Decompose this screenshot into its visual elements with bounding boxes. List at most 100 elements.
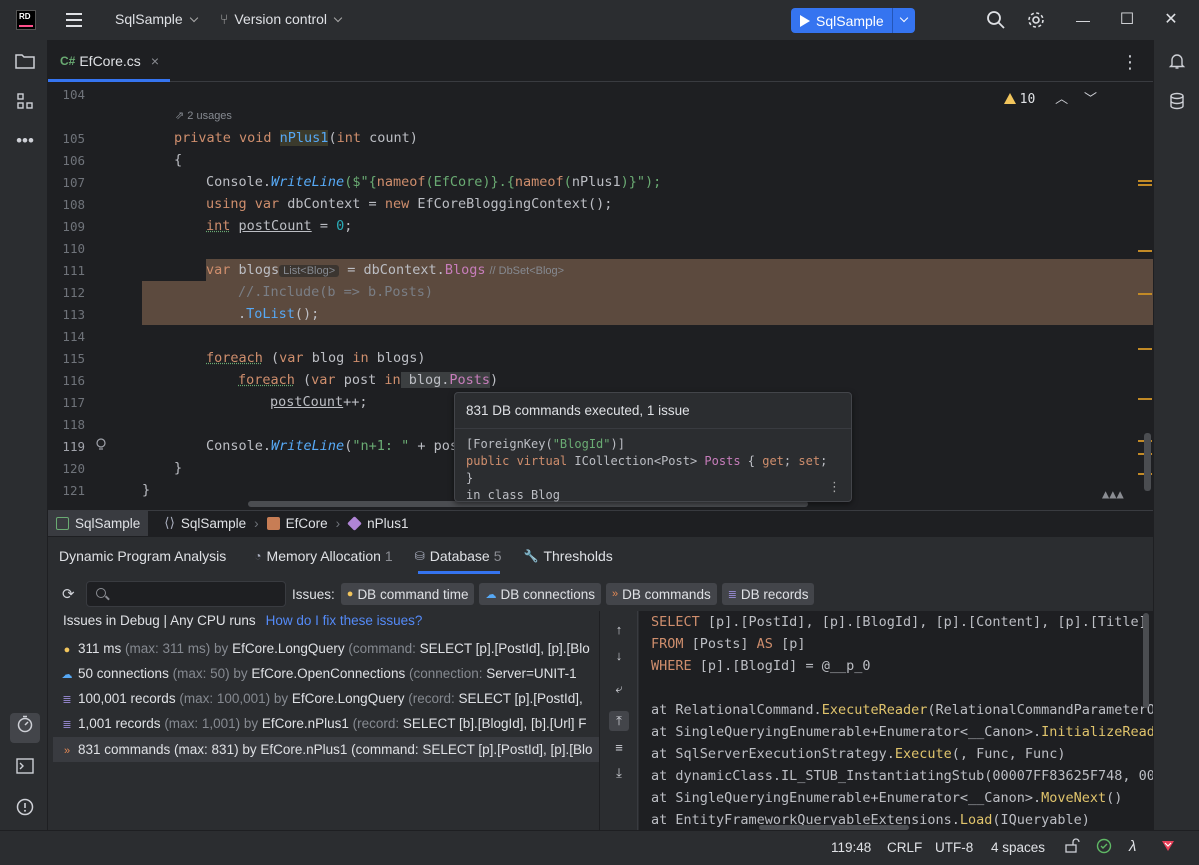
chevron-down-icon[interactable] <box>899 13 909 23</box>
stack-toolbar: ↑ ↓ ⤶ ⤒ ≡ ⤓ <box>600 611 638 831</box>
tabs-more-icon[interactable]: ⋮ <box>1121 52 1139 73</box>
stack-frame[interactable]: at RelationalCommand.ExecuteReader(Relat… <box>651 699 1153 721</box>
stack-trace-pane[interactable]: SELECT [p].[PostId], [p].[BlogId], [p].[… <box>639 611 1153 831</box>
problems-icon[interactable] <box>14 798 36 820</box>
breadcrumb-class[interactable]: EfCore <box>266 516 328 531</box>
search-icon <box>96 588 106 598</box>
gear-icon[interactable] <box>1026 10 1046 30</box>
maximize-button[interactable]: ☐ <box>1117 10 1137 30</box>
indent-icon[interactable]: ≡ <box>609 738 629 758</box>
caret-position[interactable]: 119:48 <box>831 840 871 855</box>
line-number: 115 <box>62 351 85 366</box>
line-number: 110 <box>62 241 85 256</box>
clock-icon: ● <box>63 644 71 656</box>
run-configuration-button[interactable]: SqlSample <box>791 8 915 33</box>
connections-icon: ☁ <box>61 669 73 681</box>
tab-database[interactable]: ⛁ Database 5 <box>415 548 502 564</box>
line-number: 111 <box>62 263 85 278</box>
rider-status-icon[interactable] <box>1160 838 1176 857</box>
breadcrumb-project[interactable]: SqlSample <box>48 510 149 536</box>
scroll-to-end-icon[interactable]: ⤓ <box>609 763 629 783</box>
stack-frame[interactable]: at SingleQueryingEnumerable+Enumerator<_… <box>651 721 1153 743</box>
chevron-down-icon[interactable]: ﹀ <box>1084 92 1097 107</box>
project-folder-icon[interactable] <box>14 52 36 74</box>
usages-hint[interactable]: ⇗ 2 usages <box>175 109 232 122</box>
clock-icon: ● <box>346 588 354 600</box>
dpa-tooltip: 831 DB commands executed, 1 issue [Forei… <box>454 392 852 502</box>
structure-icon[interactable] <box>14 92 36 114</box>
namespace-icon: ⟨⟩ <box>164 515 175 530</box>
main-menu-icon[interactable] <box>66 13 82 27</box>
line-separator[interactable]: CRLF <box>887 840 922 855</box>
line-number: 109 <box>62 219 85 234</box>
issue-row[interactable]: ≣ 1,001 records (max: 1,001) by EfCore.nP… <box>53 711 599 736</box>
filter-db-command-time[interactable]: ● DB command time <box>340 583 475 605</box>
warnings-indicator[interactable]: 10 ︿ ﹀ <box>1003 88 1097 107</box>
fix-issues-link[interactable]: How do I fix these issues? <box>266 613 423 628</box>
commands-icon: » <box>612 588 619 600</box>
arrow-down-icon[interactable]: ↓ <box>609 646 629 666</box>
line-number: 104 <box>62 87 85 102</box>
tool-window-title: Dynamic Program Analysis <box>59 547 227 564</box>
indent-setting[interactable]: 4 spaces <box>991 840 1045 855</box>
chevron-up-icon[interactable]: ︿ <box>1055 92 1068 107</box>
connections-icon: ☁ <box>485 588 497 601</box>
notifications-icon[interactable] <box>1166 52 1188 74</box>
check-icon[interactable] <box>1096 838 1112 857</box>
issue-row[interactable]: ≣ 100,001 records (max: 100,001) by EfCor… <box>53 686 599 711</box>
dynamic-program-analysis-icon[interactable] <box>10 713 40 743</box>
status-bar: 119:48 CRLF UTF-8 4 spaces λ <box>0 830 1199 865</box>
stack-frame[interactable]: at SqlServerExecutionStrategy.Execute(, … <box>651 743 1066 765</box>
refresh-icon[interactable]: ⟳ <box>62 585 78 603</box>
search-icon[interactable] <box>986 10 1006 30</box>
stack-frame[interactable]: at SingleQueryingEnumerable+Enumerator<_… <box>651 787 1122 809</box>
vcs-selector[interactable]: ⑂ Version control <box>220 11 343 27</box>
file-encoding[interactable]: UTF-8 <box>935 840 973 855</box>
lightbulb-icon[interactable] <box>94 437 108 457</box>
terminal-icon[interactable] <box>14 758 36 780</box>
records-icon: ≣ <box>62 719 72 731</box>
line-number: 114 <box>62 329 85 344</box>
breadcrumb-method[interactable]: nPlus1 <box>347 515 408 531</box>
sql-line: SELECT [p].[PostId], [p].[BlogId], [p].[… <box>651 614 1147 630</box>
issue-row-selected[interactable]: » 831 commands (max: 831) by EfCore.nPlus… <box>53 737 599 762</box>
tab-efcore-cs[interactable]: C# EfCore.cs × <box>48 40 171 82</box>
method-icon <box>347 515 363 531</box>
search-input[interactable] <box>86 581 286 607</box>
warning-icon <box>1003 93 1016 104</box>
filter-db-connections[interactable]: ☁ DB connections <box>479 583 602 605</box>
database-icon[interactable] <box>1166 92 1188 114</box>
stack-vertical-scrollbar[interactable] <box>1143 613 1149 708</box>
code-line-107: Console.WriteLine($"{nameof(EfCore)}.{na… <box>206 174 662 190</box>
issue-row[interactable]: ☁ 50 connections (max: 50) by EfCore.Open… <box>53 661 599 686</box>
dpa-tool-window: Dynamic Program Analysis ◔ Memory Allocat… <box>48 536 1153 831</box>
project-selector[interactable]: SqlSample <box>115 11 198 27</box>
minimize-button[interactable]: — <box>1073 10 1093 30</box>
error-stripe[interactable] <box>1138 83 1153 510</box>
issues-filter-label: Issues: <box>292 586 335 602</box>
csharp-file-icon: C# <box>60 54 76 68</box>
line-number: 116 <box>62 373 85 388</box>
filter-db-commands[interactable]: » DB commands <box>606 583 717 605</box>
more-tools-icon[interactable]: ••• <box>14 130 36 152</box>
filter-db-records[interactable]: ≣ DB records <box>721 583 815 605</box>
code-line-111: var blogs List<Blog> = dbContext.Blogs// … <box>206 259 568 281</box>
left-tool-strip: ••• <box>0 40 48 830</box>
issue-row[interactable]: ● 311 ms (max: 311 ms) by EfCore.LongQuer… <box>53 636 599 661</box>
close-window-button[interactable]: ✕ <box>1161 10 1181 30</box>
arrow-up-icon[interactable]: ↑ <box>609 620 629 640</box>
reader-mode-icon[interactable]: ▲▲▲ <box>1102 487 1124 501</box>
line-number: 106 <box>62 153 85 168</box>
scroll-to-top-icon[interactable]: ⤒ <box>609 711 629 731</box>
line-number-gutter: 104 105 106 107 108 109 110 111 112 113 … <box>48 83 141 510</box>
tab-memory-allocation[interactable]: ◔ Memory Allocation 1 <box>254 548 392 564</box>
breadcrumb-namespace[interactable]: ⟨⟩ SqlSample <box>164 515 246 531</box>
soft-wrap-icon[interactable]: ⤶ <box>609 679 629 699</box>
rider-logo-icon: RD <box>16 10 36 30</box>
stack-frame[interactable]: at dynamicClass.IL_STUB_InstantiatingStu… <box>651 765 1153 787</box>
close-tab-icon[interactable]: × <box>151 53 159 69</box>
tooltip-more-icon[interactable]: ⋮ <box>828 479 841 495</box>
tab-thresholds[interactable]: 🔧 Thresholds <box>524 548 613 564</box>
lock-icon[interactable] <box>1064 838 1080 857</box>
lambda-icon[interactable]: λ <box>1129 838 1136 855</box>
